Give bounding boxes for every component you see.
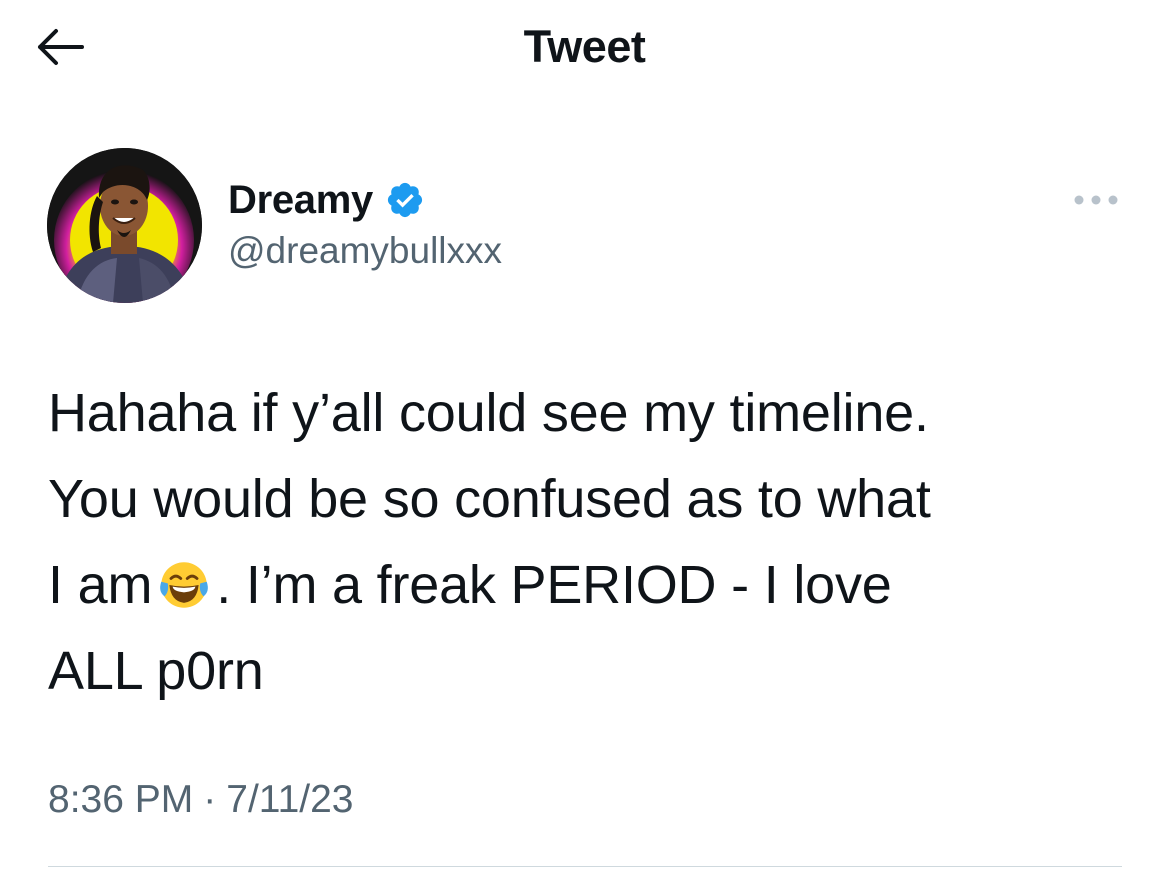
tweet-date: 7/11/23 xyxy=(226,778,354,821)
face-with-tears-of-joy-icon xyxy=(160,562,209,608)
verified-badge-icon xyxy=(387,182,423,218)
tweet-line: I am . I’m a freak PERIOD - I love xyxy=(48,542,1138,628)
author-handle[interactable]: @dreamybullxxx xyxy=(228,230,502,272)
tweet-timestamp[interactable]: 8:36 PM · 7/11/23 xyxy=(48,778,353,822)
tweet-line: ALL p0rn xyxy=(48,641,264,701)
timestamp-separator: · xyxy=(203,778,217,821)
avatar[interactable] xyxy=(47,148,202,303)
tweet-time: 8:36 PM xyxy=(48,778,194,821)
more-options-button[interactable] xyxy=(1068,182,1124,218)
tweet-line: You would be so confused as to what xyxy=(48,469,931,529)
divider xyxy=(48,866,1122,867)
tweet-text-segment: I am xyxy=(48,555,153,615)
tweet-text: Hahaha if y’all could see my timeline. Y… xyxy=(48,370,1138,714)
display-name[interactable]: Dreamy xyxy=(228,178,373,223)
more-horizontal-icon xyxy=(1074,195,1118,205)
top-bar: Tweet xyxy=(0,0,1169,96)
author-name-row: Dreamy xyxy=(228,172,425,228)
page-title: Tweet xyxy=(523,21,646,72)
tweet-line: Hahaha if y’all could see my timeline. xyxy=(48,383,929,443)
profile-photo xyxy=(47,148,202,303)
tweet-text-segment: . I’m a freak PERIOD - I love xyxy=(216,555,892,615)
